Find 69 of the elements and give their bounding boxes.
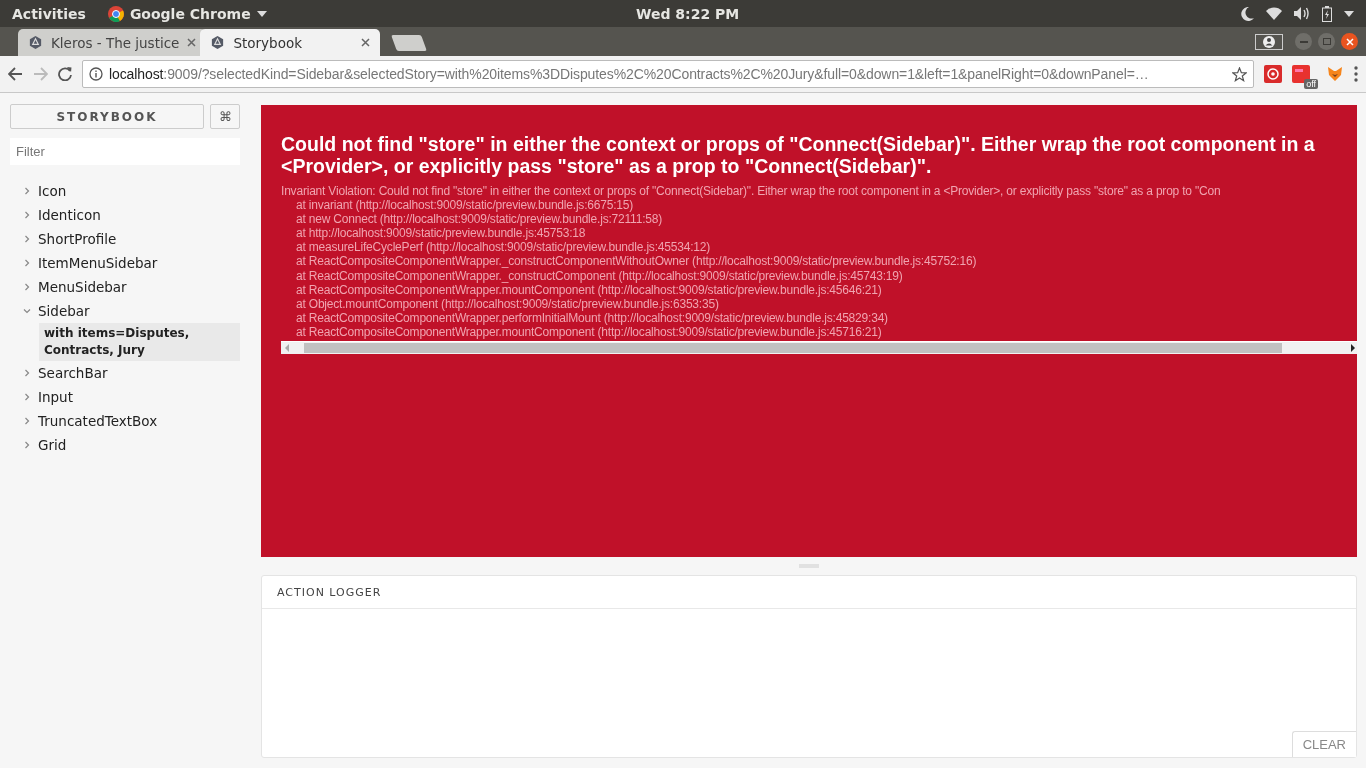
hexagon-icon (28, 35, 43, 50)
volume-icon[interactable] (1294, 7, 1310, 20)
stack-trace-line: at ReactCompositeComponentWrapper.mountComponent (http://localhost:9009/static/preview.bundle.js:45646:21) (295, 282, 882, 297)
story-kind[interactable]: MenuSidebar (38, 279, 127, 295)
story-kind[interactable]: TruncatedTextBox (38, 413, 158, 429)
info-icon[interactable] (89, 67, 103, 81)
chrome-logo-icon (107, 5, 124, 22)
minus-icon (1299, 40, 1308, 43)
extension-badge: off (1304, 79, 1318, 89)
fox-icon[interactable] (1326, 65, 1344, 83)
shortcuts-button[interactable]: ⌘ (210, 104, 240, 129)
chevron-icon (23, 259, 31, 267)
caret-icon[interactable] (1344, 10, 1354, 17)
story-kind[interactable]: SearchBar (38, 365, 108, 381)
chevron-icon (23, 235, 31, 243)
story-kind[interactable]: Input (38, 389, 73, 405)
new-tab-button[interactable] (391, 35, 428, 51)
extension-icon[interactable] (1264, 65, 1282, 83)
chevron-icon (23, 283, 31, 291)
action-logger-title: ACTION LOGGER (277, 585, 382, 599)
stack-trace-line: at invariant (http://localhost:9009/static/preview.bundle.js:6675:15) (295, 198, 634, 213)
stack-trace-line: at measureLifeCyclePerf (http://localhost:9009/static/preview.bundle.js:45534:12) (295, 240, 711, 255)
stack-trace-line: at ReactCompositeComponentWrapper.performInitialMount (http://localhost:9009/static/preview.bundle.js:45829:34) (295, 310, 888, 325)
browser-tab[interactable]: Storybook (200, 29, 381, 56)
stack-trace-line: at new Connect (http://localhost:9009/static/preview.bundle.js:72111:58) (295, 212, 663, 227)
reload-icon[interactable] (58, 67, 72, 81)
storybook-button[interactable]: STORYBOOK (10, 104, 204, 129)
chevron-icon (23, 393, 31, 401)
story-kind[interactable]: Grid (38, 437, 67, 453)
caret-icon (256, 10, 267, 17)
close-icon[interactable] (187, 38, 197, 47)
profile-icon[interactable] (1255, 33, 1283, 50)
filter-field[interactable]: Filter (10, 138, 240, 165)
close-icon[interactable] (361, 38, 371, 47)
right-arrow-icon[interactable] (1350, 344, 1356, 353)
address-bar[interactable]: localhost:9009/?selectedKind=Sidebar&selectedStory=with%20items%3DDisputes%2C%20Contracts%2C%20Jury&full=0&down=1&left=1&panelRight=0&downPanel=… (82, 60, 1254, 88)
hexagon-icon (210, 35, 226, 50)
clear-button[interactable]: CLEAR (1291, 731, 1356, 757)
stack-trace-line: at ReactCompositeComponentWrapper._constructComponent (http://localhost:9009/static/preview.bundle.js:45743:19) (295, 268, 903, 283)
story-kind[interactable]: Icon (38, 183, 67, 199)
battery-icon[interactable] (1322, 5, 1332, 22)
chevron-icon (23, 417, 31, 425)
menu-icon[interactable] (1354, 66, 1358, 82)
close-button[interactable] (1341, 33, 1358, 50)
story-item[interactable]: with items=Disputes, Contracts, Jury (39, 323, 240, 361)
stack-trace-line: at ReactCompositeComponentWrapper.mountComponent (http://localhost:9009/static/preview.bundle.js:45716:21) (295, 324, 882, 340)
stack-trace-line: at Object.mountComponent (http://localhost:9009/static/preview.bundle.js:6353:35) (295, 296, 719, 311)
chevron-icon (23, 441, 31, 449)
back-arrow-icon[interactable] (8, 67, 23, 81)
clock[interactable]: Wed 8:22 PM (636, 5, 740, 22)
star-icon[interactable] (1232, 66, 1247, 82)
wifi-icon[interactable] (1266, 7, 1282, 20)
story-kind[interactable]: ShortProfile (38, 231, 117, 247)
chevron-icon (23, 187, 31, 195)
error-message: Invariant Violation: Could not find "store" in either the context or props of "Connect(Sidebar)". Either wrap the root component in a <Provider>, or explicitly pass "store" as a prop to "Con (281, 184, 1221, 199)
chevron-icon (23, 307, 31, 315)
square-icon (1322, 38, 1331, 45)
activities-button[interactable]: Activities (12, 5, 86, 22)
chevron-icon (23, 211, 31, 219)
error-title: Could not find "store" in either the context or props of "Connect(Sidebar)". Either wrap the root component in a <Provider>, or explicitly pass "store" as a prop to "Connect(Sidebar)". (281, 133, 1316, 177)
chevron-icon (23, 369, 31, 377)
app-menu[interactable]: Google Chrome (129, 5, 251, 22)
story-kind[interactable]: Sidebar (38, 303, 90, 319)
moon-icon[interactable] (1241, 6, 1254, 21)
story-kind[interactable]: Identicon (38, 207, 101, 223)
story-kind[interactable]: ItemMenuSidebar (38, 255, 158, 271)
close-icon (1345, 37, 1354, 46)
stack-trace-line: at ReactCompositeComponentWrapper._constructComponentWithoutOwner (http://localhost:9009/static/preview.bundle.js:45752:16) (295, 254, 977, 269)
stack-trace-line: at http://localhost:9009/static/preview.bundle.js:45753:18 (295, 226, 586, 241)
